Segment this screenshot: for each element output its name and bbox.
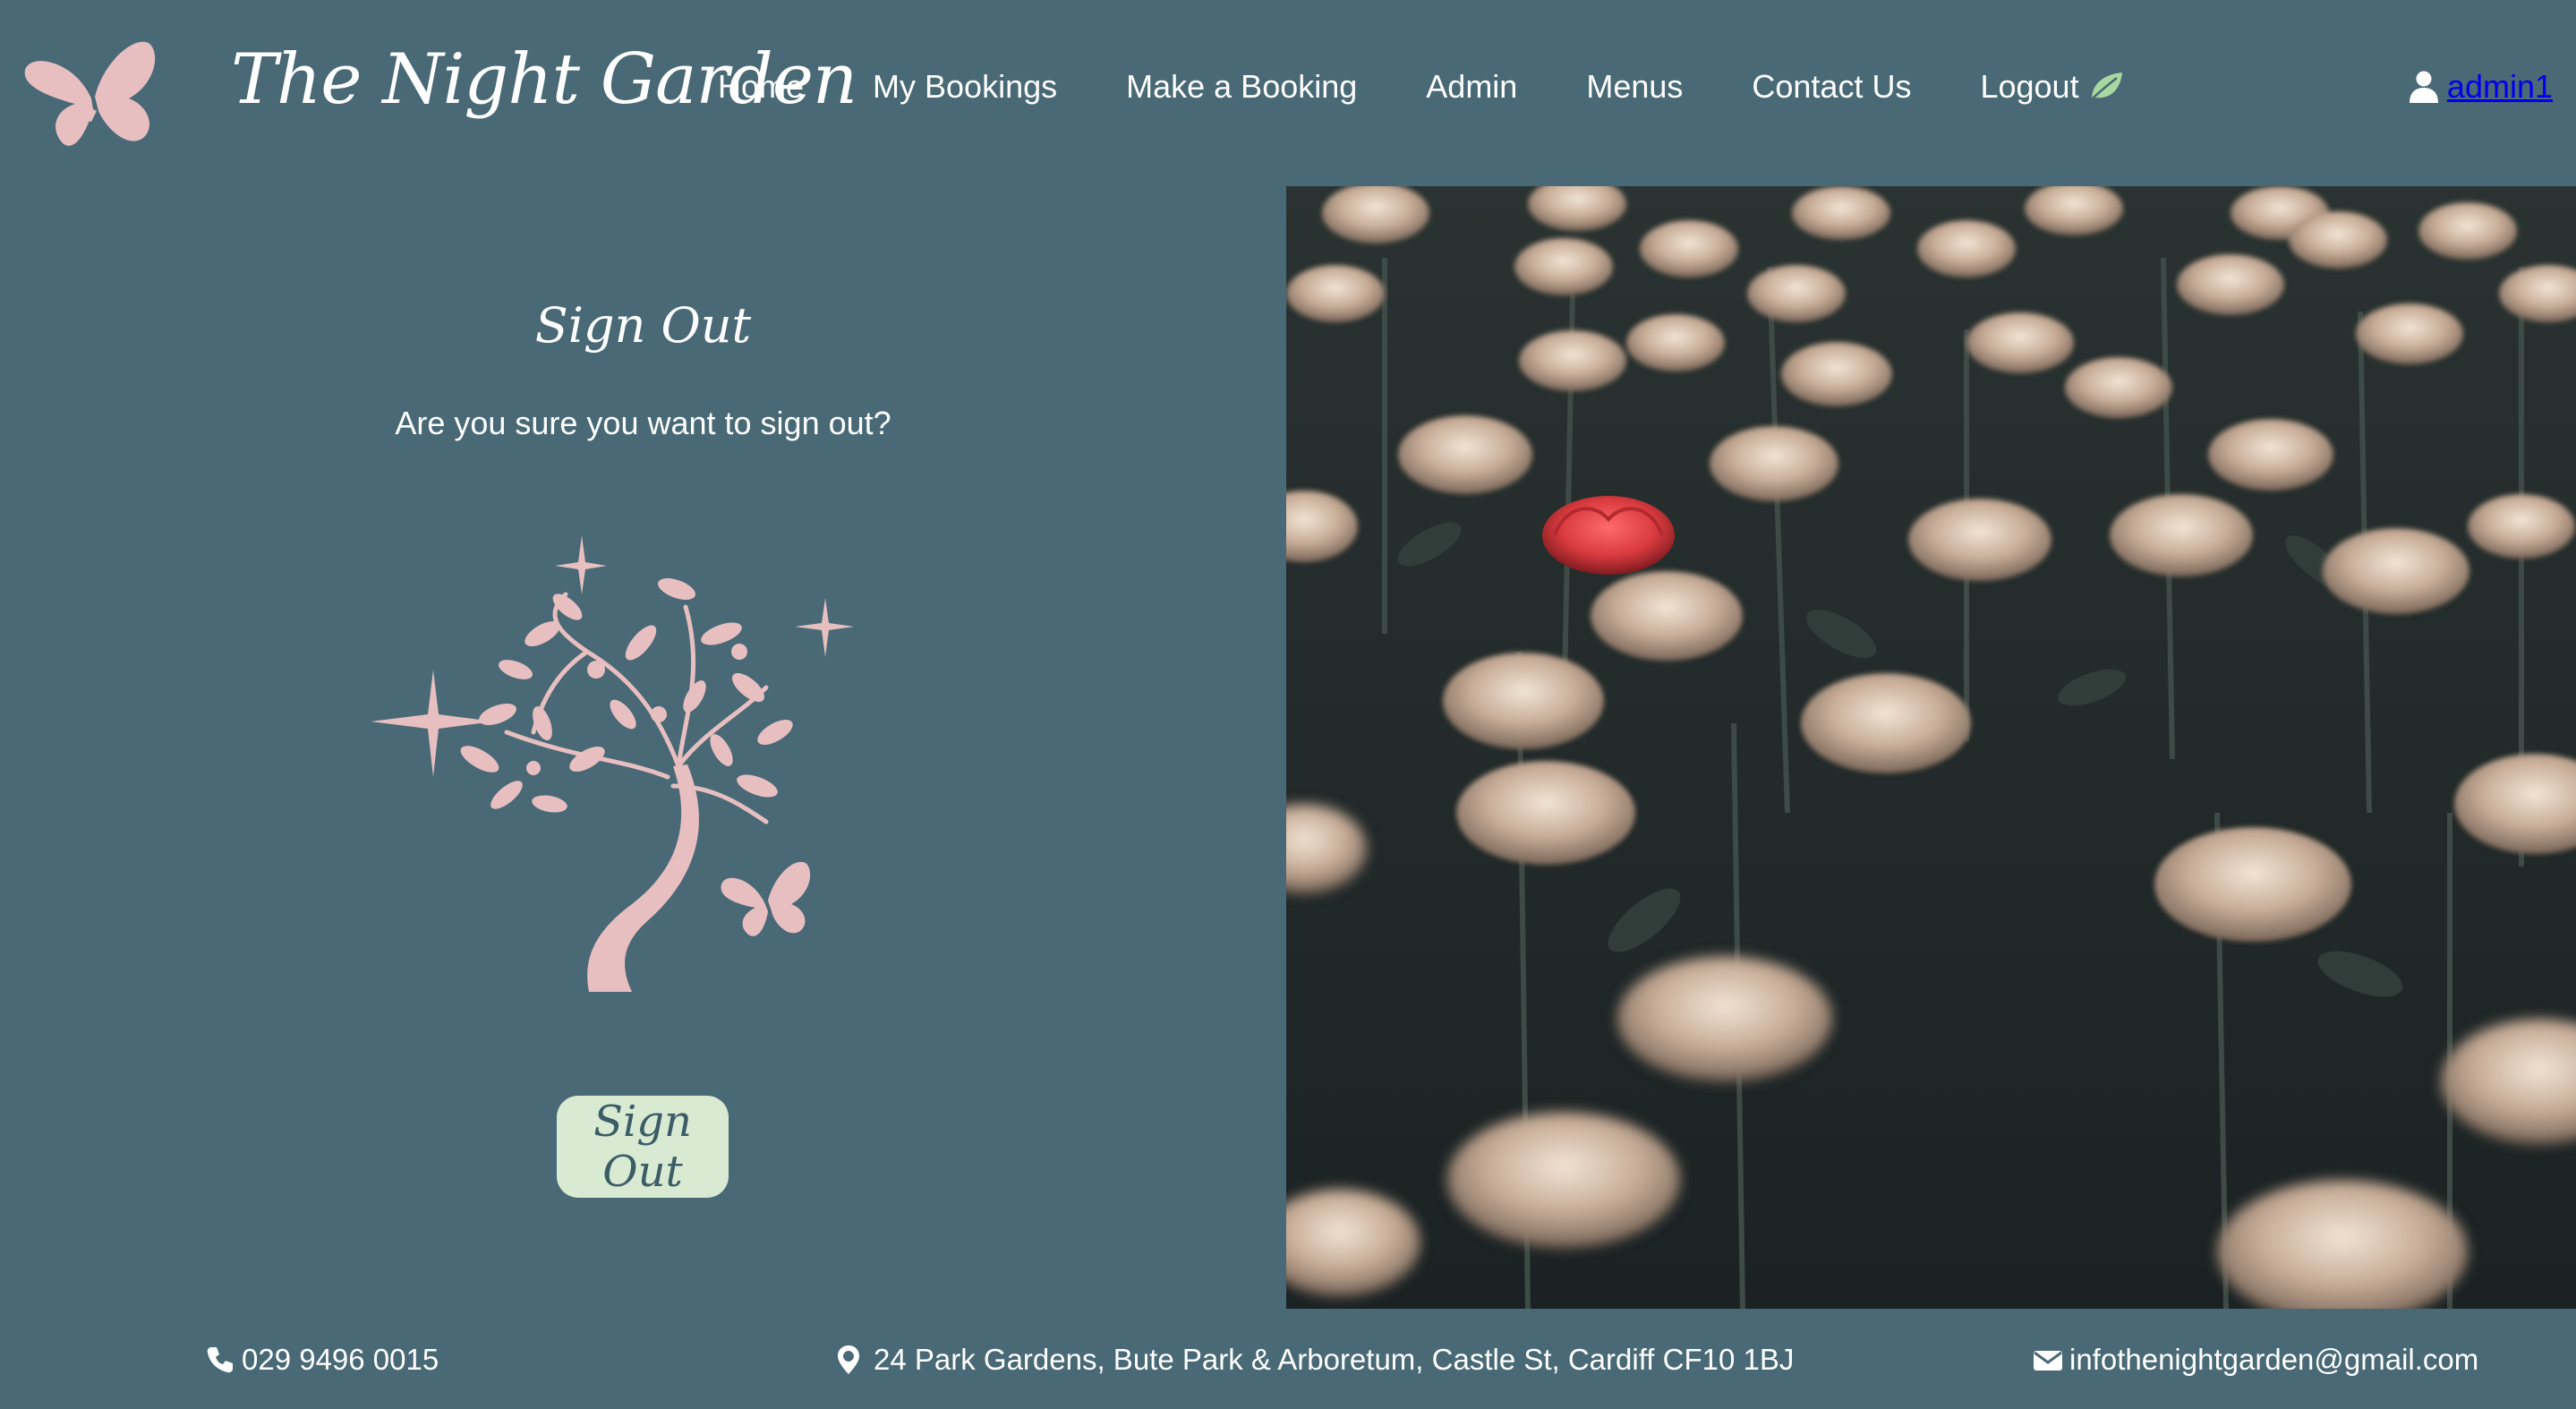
nav-item-label: Logout	[1980, 68, 2079, 105]
tree-illustration	[363, 535, 865, 992]
nav-item-contact-us[interactable]: Contact Us	[1752, 68, 1911, 106]
nav-item-home[interactable]: Home	[718, 68, 804, 106]
username: admin1	[2446, 68, 2553, 105]
nav-item-label: Home	[718, 68, 805, 105]
user-icon	[2409, 71, 2438, 103]
nav-item-my-bookings[interactable]: My Bookings	[873, 68, 1057, 106]
footer-phone: 029 9496 0015	[206, 1343, 439, 1377]
nav-item-make-a-booking[interactable]: Make a Booking	[1126, 68, 1357, 106]
phone-icon	[206, 1345, 235, 1374]
signout-panel: Sign Out Are you sure you want to sign o…	[0, 184, 1286, 1311]
nav-item-label: Contact Us	[1752, 68, 1912, 105]
nav-item-label: My Bookings	[873, 68, 1058, 105]
navbar: The Night Garden Home My Bookings Make a…	[0, 0, 2576, 184]
butterfly-icon	[721, 861, 811, 936]
hero-image	[1286, 186, 2576, 1309]
sparkle-icon	[795, 598, 854, 657]
footer: 029 9496 0015 24 Park Gardens, Bute Park…	[0, 1311, 2576, 1409]
sparkle-icon	[555, 535, 607, 594]
page-title: Sign Out	[534, 297, 752, 354]
footer-email[interactable]: infothenightgarden@gmail.com	[2034, 1343, 2478, 1377]
leaf-icon	[2088, 71, 2124, 103]
email-text[interactable]: infothenightgarden@gmail.com	[2069, 1343, 2478, 1377]
nav-item-menus[interactable]: Menus	[1586, 68, 1683, 106]
butterfly-icon[interactable]	[21, 34, 159, 150]
nav-item-label: Make a Booking	[1126, 68, 1358, 105]
signout-button[interactable]: Sign Out	[557, 1096, 729, 1198]
envelope-icon	[2034, 1345, 2062, 1374]
address-text: 24 Park Gardens, Bute Park & Arboretum, …	[874, 1343, 1795, 1376]
nav-links: Home My Bookings Make a Booking Admin Me…	[718, 68, 2124, 106]
nav-item-label: Admin	[1426, 68, 1518, 105]
nav-item-logout[interactable]: Logout	[1980, 68, 2123, 106]
user-menu[interactable]: admin1	[2409, 68, 2553, 106]
signout-question: Are you sure you want to sign out?	[395, 405, 891, 441]
phone-number: 029 9496 0015	[242, 1343, 439, 1376]
nav-item-label: Menus	[1586, 68, 1684, 105]
map-pin-icon	[838, 1345, 866, 1374]
footer-address: 24 Park Gardens, Bute Park & Arboretum, …	[838, 1343, 1794, 1377]
nav-item-admin[interactable]: Admin	[1426, 68, 1517, 106]
